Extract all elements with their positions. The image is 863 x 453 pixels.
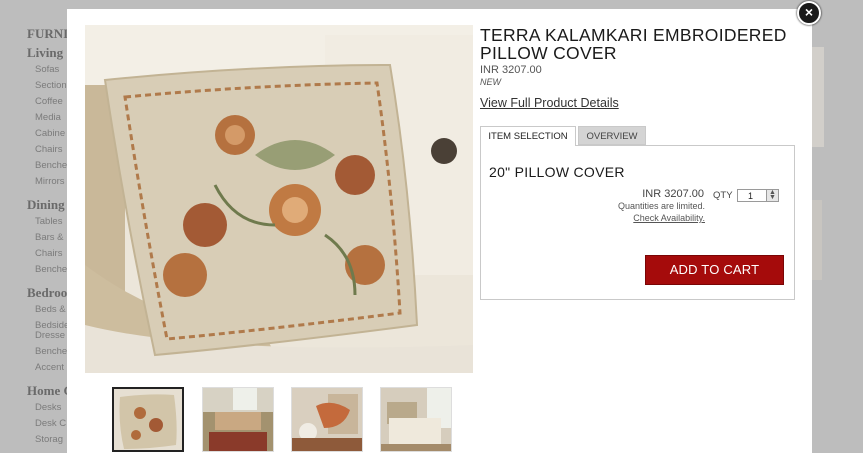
thumbnail-pillow-closeup[interactable] [112,387,184,452]
bg-section-header: Dining [27,197,65,212]
pillow-illustration [85,25,473,373]
bg-item: Mirrors [35,176,65,187]
bg-section-header: Bedroo [27,285,68,300]
add-to-cart-button[interactable]: ADD TO CART [645,255,784,285]
bg-item: Media [35,112,61,123]
product-price: INR 3207.00 [480,64,542,76]
stepper-down-icon[interactable]: ▼ [769,194,776,201]
bg-item: Chairs [35,144,63,155]
bg-item: Section [35,80,67,91]
bg-item: Benche [35,264,68,275]
thumbnail-image [203,388,273,451]
bg-item: Sofas [35,64,60,75]
bg-item: Accent [35,362,65,373]
product-main-image [85,25,473,373]
bg-item: Coffee [35,96,63,107]
bg-item: Chairs [35,248,63,259]
bg-item: Storag [35,434,63,445]
view-full-details-link[interactable]: View Full Product Details [480,96,619,110]
tab-item-selection[interactable]: ITEM SELECTION [480,126,576,146]
close-icon[interactable]: × [797,1,821,25]
bg-section-header: FURNI [27,26,69,41]
background-sidebar: FURNI Living Sofas Section Coffee Media … [22,0,73,453]
bg-section-header: Home C [27,383,73,398]
thumbnail-image [292,388,362,451]
bg-item: Tables [35,216,63,227]
thumbnail-living-room[interactable] [202,387,274,452]
quantity-input[interactable]: 1 [737,189,767,202]
bg-item: Benche [35,346,68,357]
bg-item: Beds & [35,304,66,315]
bg-item: Bars & [35,232,64,243]
bg-item: Dresse [35,330,66,341]
quantity-stepper[interactable]: ▲ ▼ [766,189,779,202]
new-badge: NEW [480,77,501,87]
bg-item: Desk C [35,418,67,429]
item-price: INR 3207.00 [642,188,704,200]
check-availability-link[interactable]: Check Availability. [560,213,705,223]
thumbnail-image [381,388,451,451]
background-image-fragment [812,200,822,280]
thumbnail-image [114,389,182,450]
bg-section-header: Living [27,45,64,60]
quantity-limited-note: Quantities are limited. [617,201,705,211]
bg-item: Benche [35,160,68,171]
product-title: TERRA KALAMKARI EMBROIDERED PILLOW COVER [480,25,787,63]
bg-item: Cabine [35,128,66,139]
bg-item: Desks [35,402,62,413]
tab-overview[interactable]: OVERVIEW [578,126,646,145]
thumbnail-accent-chair[interactable] [291,387,363,452]
thumbnail-bedroom[interactable] [380,387,452,452]
item-name: 20" PILLOW COVER [489,164,625,180]
qty-label: QTY [713,190,733,201]
background-image-fragment [812,47,824,147]
